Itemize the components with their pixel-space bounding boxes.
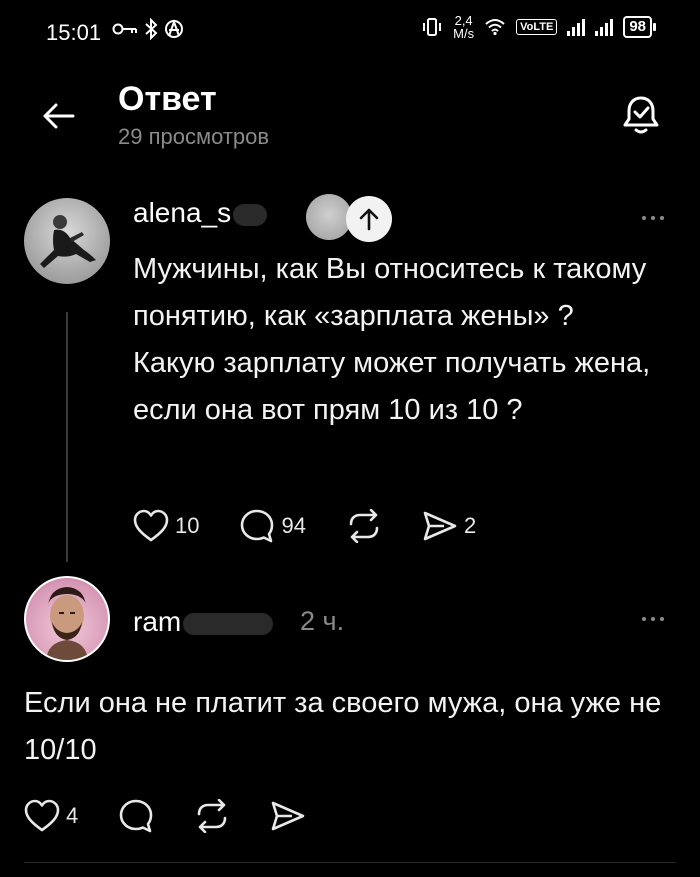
share-count: 2 bbox=[463, 513, 477, 538]
bell-check-icon bbox=[623, 96, 659, 134]
signal-icon-2 bbox=[595, 18, 614, 36]
bluetooth-icon bbox=[145, 18, 158, 40]
more-icon-dot bbox=[651, 216, 655, 220]
status-right-icons: 2,4 M/s VoLTE 98 bbox=[421, 14, 656, 40]
thread-line bbox=[66, 312, 68, 562]
reply-time: 2 ч. bbox=[300, 606, 345, 636]
more-options-button[interactable] bbox=[642, 216, 664, 220]
avatar-ram[interactable] bbox=[24, 576, 110, 662]
vibrate-icon bbox=[423, 18, 442, 36]
more-icon bbox=[642, 617, 646, 621]
reply-like-button[interactable]: 4 bbox=[24, 799, 78, 833]
share-button[interactable]: 2 bbox=[422, 510, 476, 542]
reply-author[interactable]: ram bbox=[133, 606, 274, 638]
heart-icon bbox=[133, 509, 169, 542]
send-icon bbox=[271, 801, 305, 831]
avatar-alena[interactable] bbox=[24, 198, 110, 284]
battery-level: 98 bbox=[623, 16, 652, 38]
repost-icon bbox=[349, 509, 379, 543]
volte-badge: VoLTE bbox=[516, 19, 558, 35]
notifications-button[interactable] bbox=[620, 94, 662, 136]
battery-tip bbox=[653, 23, 656, 31]
comment-count: 94 bbox=[281, 513, 306, 538]
arrow-up-icon bbox=[359, 208, 379, 231]
more-icon-dot bbox=[651, 617, 655, 621]
anarchy-icon bbox=[165, 19, 183, 38]
wifi-icon bbox=[485, 19, 505, 36]
redacted-blur bbox=[233, 203, 268, 226]
send-icon bbox=[423, 511, 457, 541]
back-button[interactable] bbox=[38, 96, 78, 136]
key-icon bbox=[112, 23, 137, 35]
redacted-blur bbox=[183, 612, 274, 635]
reply-share-button[interactable] bbox=[270, 800, 306, 832]
signal-icon-1 bbox=[567, 18, 586, 36]
repost-button[interactable] bbox=[346, 509, 382, 543]
back-arrow-icon bbox=[43, 103, 75, 129]
scroll-up-button[interactable] bbox=[346, 196, 392, 242]
post-author-name: alena_s bbox=[133, 197, 232, 228]
heart-icon bbox=[24, 799, 60, 832]
views-count: 29 просмотров bbox=[118, 124, 270, 149]
repost-icon bbox=[197, 799, 227, 833]
status-left-icons bbox=[112, 18, 184, 40]
reply-comment-button[interactable] bbox=[118, 798, 154, 834]
comment-button[interactable]: 94 bbox=[239, 508, 306, 544]
avatar-figure bbox=[40, 215, 96, 268]
reply-more-options-button[interactable] bbox=[642, 617, 664, 621]
like-button[interactable]: 10 bbox=[133, 509, 199, 543]
comment-icon bbox=[241, 509, 274, 543]
post-actions: 10 94 2 bbox=[133, 508, 516, 544]
page-title: Ответ bbox=[118, 80, 217, 118]
comment-icon bbox=[119, 799, 153, 833]
avatar-portrait bbox=[46, 587, 88, 660]
status-time: 15:01 bbox=[46, 20, 102, 45]
post-author[interactable]: alena_s bbox=[133, 197, 268, 229]
post-text: Мужчины, как Вы относитесь к такому поня… bbox=[133, 253, 651, 426]
divider bbox=[24, 862, 676, 863]
speed-unit: M/s bbox=[453, 26, 475, 41]
more-icon bbox=[642, 216, 646, 220]
reply-author-name: ram bbox=[133, 606, 182, 637]
network-speed: 2,4 M/s bbox=[453, 14, 474, 40]
more-icon-dot bbox=[660, 617, 664, 621]
battery-icon: 98 bbox=[623, 16, 656, 38]
more-icon-dot bbox=[660, 216, 664, 220]
reply-like-count: 4 bbox=[66, 803, 79, 828]
reply-actions: 4 bbox=[24, 798, 346, 834]
like-count: 10 bbox=[175, 513, 200, 538]
status-bar: 15:01 2,4 M/s VoLTE 98 bbox=[0, 0, 700, 66]
reply-text: Если она не платит за своего мужа, она у… bbox=[24, 687, 662, 766]
reply-repost-button[interactable] bbox=[194, 799, 230, 833]
